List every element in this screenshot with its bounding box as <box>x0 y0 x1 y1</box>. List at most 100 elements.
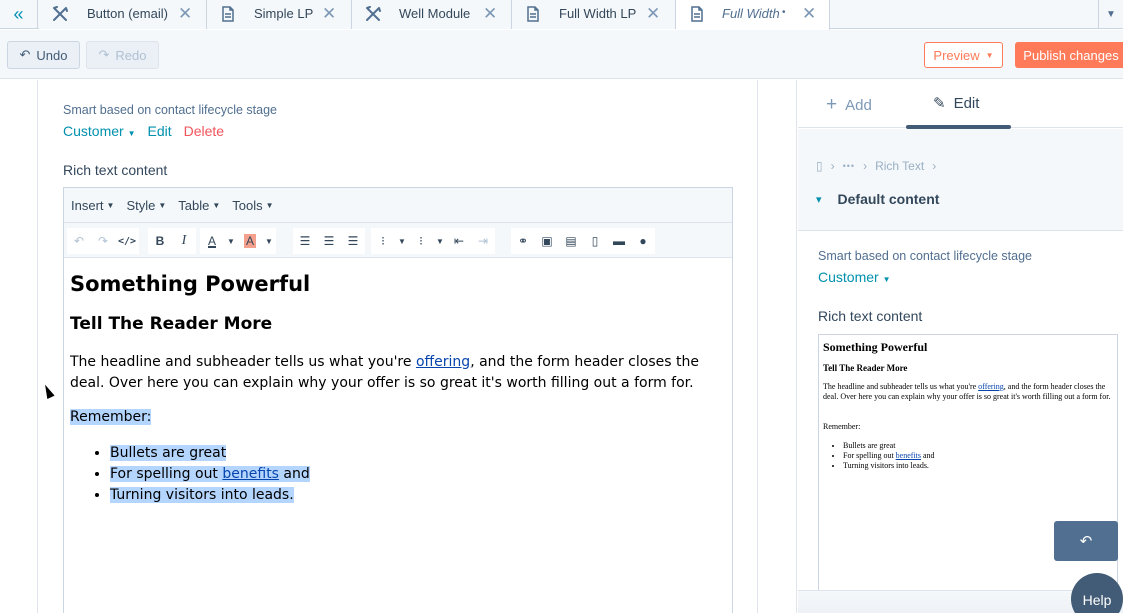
breadcrumb-ellipsis[interactable]: ••• <box>843 161 855 171</box>
content-body: The headline and subheader tells us what… <box>70 354 699 391</box>
close-icon[interactable]: ✕ <box>322 5 336 22</box>
undo-icon[interactable]: ↶ <box>67 228 91 254</box>
color-group: A ▼ A ▼ <box>200 228 276 254</box>
text-color-icon[interactable]: A <box>200 228 224 254</box>
floating-undo-button[interactable]: ↶ <box>1054 521 1118 561</box>
sidebar-header: ▯ › ••• › Rich Text › ▾ Default content <box>798 129 1123 231</box>
file-icon[interactable]: ▯ <box>583 228 607 254</box>
default-content-toggle[interactable]: ▾ Default content <box>816 191 939 207</box>
rich-text-label: Rich text content <box>63 162 168 178</box>
close-icon[interactable]: ✕ <box>646 5 660 22</box>
menu-label: Tools <box>232 197 263 213</box>
help-label: Help <box>1082 592 1112 608</box>
bullet-list-icon[interactable]: ⁝ <box>371 228 395 254</box>
preview-benefits-link[interactable]: benefits <box>896 451 921 460</box>
redo-icon[interactable]: ↷ <box>91 228 115 254</box>
tab-label: Well Module <box>399 6 471 21</box>
list-group: ⁝ ▼ ⁝ ▼ ⇤ ⇥ <box>371 228 495 254</box>
insert-group: ⚭ ▣ ▤ ▯ ▬ ● <box>511 228 655 254</box>
publish-changes-button[interactable]: Publish changes <box>1015 42 1123 68</box>
chevron-down-icon[interactable]: ▼ <box>433 228 447 254</box>
indent-icon[interactable]: ⇥ <box>471 228 495 254</box>
undo-icon: ↶ <box>19 47 31 62</box>
list-item: Bullets are great <box>110 443 310 464</box>
default-content-label: Default content <box>837 191 940 207</box>
chevron-down-icon[interactable]: ▼ <box>395 228 409 254</box>
undo-label: Undo <box>36 47 68 63</box>
smart-content-label: Smart based on contact lifecycle stage <box>63 103 278 117</box>
chevron-down-icon[interactable]: ▼ <box>262 228 276 254</box>
redo-icon: ↷ <box>98 47 110 62</box>
menu-label: Table <box>178 197 210 213</box>
style-menu[interactable]: Style ▼ <box>126 198 166 213</box>
caret-down-icon: ▼ <box>882 275 891 284</box>
insert-menu[interactable]: Insert ▼ <box>71 198 114 213</box>
chevron-down-icon[interactable]: ▼ <box>1098 0 1123 29</box>
preview-offering-link[interactable]: offering <box>978 382 1004 391</box>
image-icon[interactable]: ▣ <box>535 228 559 254</box>
tab-add[interactable]: + Add <box>826 94 872 116</box>
undo-icon: ↶ <box>1079 533 1093 550</box>
link-icon[interactable]: ⚭ <box>511 228 535 254</box>
page-icon <box>527 6 539 22</box>
preview-button[interactable]: Preview ▼ <box>924 42 1003 68</box>
align-center-icon[interactable]: ☰ <box>317 228 341 254</box>
italic-icon[interactable]: I <box>172 228 196 254</box>
cta-icon[interactable]: ▬ <box>607 228 631 254</box>
content-headline: Something Powerful <box>70 272 311 296</box>
rich-text-preview[interactable]: Something Powerful Tell The Reader More … <box>818 334 1118 604</box>
page-icon <box>691 6 703 22</box>
lifecycle-stage-value: Customer <box>63 123 124 139</box>
benefits-link[interactable]: benefits <box>222 466 279 482</box>
tab-edit[interactable]: ✎ Edit <box>933 94 979 113</box>
tab-full-width-lp[interactable]: Full Width LP ✕ <box>512 0 676 29</box>
tab-button-email[interactable]: Button (email) ✕ <box>39 0 207 29</box>
preview-label: Preview <box>933 47 980 63</box>
collapse-sidebar-icon[interactable]: « <box>0 0 38 29</box>
chevron-down-icon[interactable]: ▼ <box>224 228 238 254</box>
close-icon[interactable]: ✕ <box>802 5 816 22</box>
align-right-icon[interactable]: ☰ <box>341 228 365 254</box>
personalize-icon[interactable]: ● <box>631 228 655 254</box>
tab-well-module[interactable]: Well Module ✕ <box>352 0 512 29</box>
outdent-icon[interactable]: ⇤ <box>447 228 471 254</box>
list-item: For spelling out benefits and <box>843 451 935 461</box>
redo-button[interactable]: ↷ Redo <box>86 41 159 69</box>
bold-icon[interactable]: B <box>148 228 172 254</box>
offering-link[interactable]: offering <box>416 354 470 370</box>
sidebar-lifecycle-dropdown[interactable]: Customer ▼ <box>818 269 891 285</box>
caret-down-icon: ▼ <box>265 200 274 210</box>
numbered-list-icon[interactable]: ⁝ <box>409 228 433 254</box>
table-menu[interactable]: Table ▼ <box>178 198 220 213</box>
background-color-icon[interactable]: A <box>238 228 262 254</box>
delete-link[interactable]: Delete <box>184 123 224 139</box>
wrench-icon <box>53 6 68 21</box>
pencil-icon: ✎ <box>933 95 946 112</box>
sidebar-smart-row: Customer ▼ <box>818 269 891 285</box>
plus-icon: + <box>826 94 838 115</box>
tools-menu[interactable]: Tools ▼ <box>232 198 273 213</box>
page-icon[interactable]: ▯ <box>816 159 823 173</box>
undo-button[interactable]: ↶ Undo <box>7 41 80 69</box>
tab-label: Simple LP <box>254 6 314 21</box>
lifecycle-stage-dropdown[interactable]: Customer ▼ <box>63 123 136 139</box>
embed-icon[interactable]: ▤ <box>559 228 583 254</box>
tab-simple-lp[interactable]: Simple LP ✕ <box>207 0 352 29</box>
smart-content-row: Customer ▼ Edit Delete <box>63 123 224 139</box>
left-gutter <box>0 80 38 613</box>
list-item: Bullets are great <box>843 441 935 451</box>
edit-link[interactable]: Edit <box>148 123 172 139</box>
tab-full-width[interactable]: Full Width • ✕ <box>676 0 830 30</box>
pane-divider <box>759 80 797 613</box>
breadcrumb: ▯ › ••• › Rich Text › <box>816 159 936 173</box>
close-icon[interactable]: ✕ <box>483 5 497 22</box>
source-code-icon[interactable]: </> <box>115 228 139 254</box>
unsaved-dot: • <box>782 7 786 18</box>
editor-tab-bar: « Button (email) ✕ Simple LP ✕ Well Modu… <box>0 0 1123 30</box>
align-left-icon[interactable]: ☰ <box>293 228 317 254</box>
close-icon[interactable]: ✕ <box>178 5 192 22</box>
tab-label: Button (email) <box>87 6 168 21</box>
preview-body: The headline and subheader tells us what… <box>823 382 1111 401</box>
list-item: Turning visitors into leads. <box>110 485 310 506</box>
caret-down-icon: ▼ <box>158 200 167 210</box>
